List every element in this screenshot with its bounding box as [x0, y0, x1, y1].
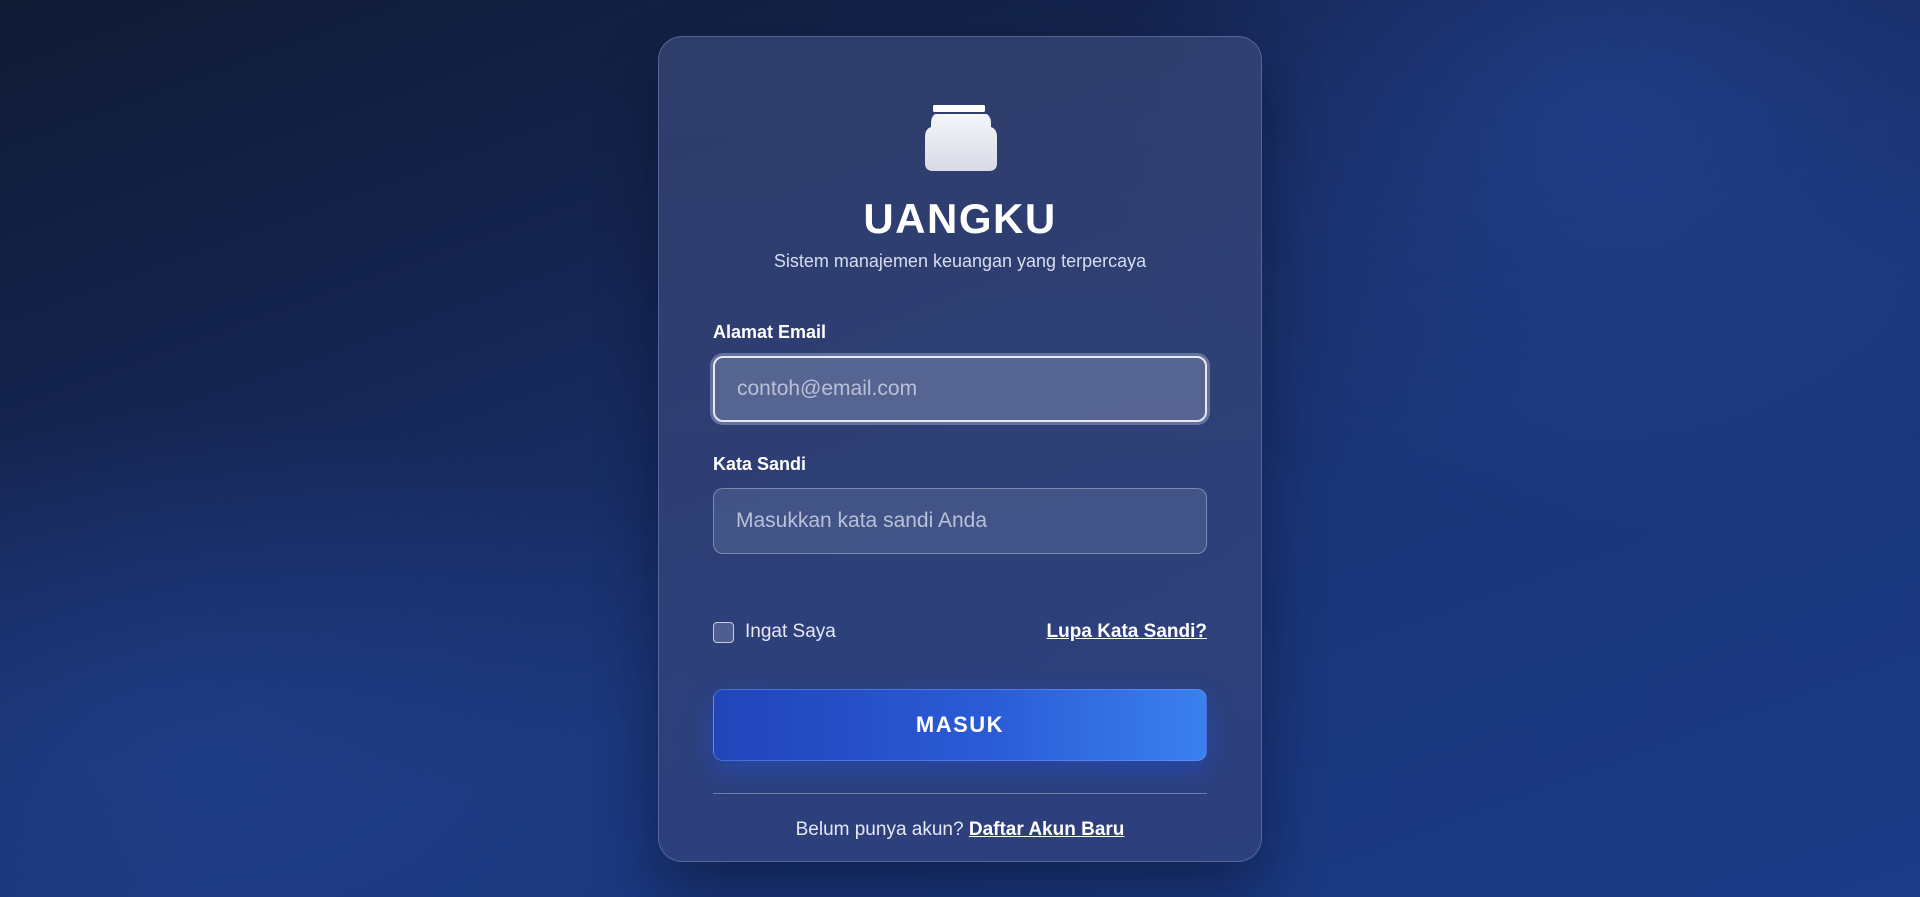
password-field[interactable] [713, 488, 1207, 554]
register-prompt: Belum punya akun? Daftar Akun Baru [659, 819, 1261, 841]
jar-icon [925, 105, 997, 171]
login-card: UANGKU Sistem manajemen keuangan yang te… [658, 36, 1262, 862]
password-label: Kata Sandi [713, 454, 807, 474]
divider [713, 793, 1207, 794]
remember-me-checkbox[interactable] [713, 621, 734, 643]
remember-me-label: Ingat Saya [745, 621, 836, 642]
remember-me[interactable]: Ingat Saya [713, 621, 836, 643]
login-button[interactable]: MASUK [713, 689, 1207, 761]
email-label: Alamat Email [713, 322, 827, 342]
app-tagline: Sistem manajemen keuangan yang terpercay… [773, 251, 1147, 271]
forgot-password-link[interactable]: Lupa Kata Sandi? [1047, 621, 1207, 643]
email-field[interactable] [713, 356, 1207, 422]
register-prompt-text: Belum punya akun? [795, 819, 969, 840]
app-title: UANGKU [863, 195, 1057, 242]
register-link[interactable]: Daftar Akun Baru [969, 819, 1125, 840]
